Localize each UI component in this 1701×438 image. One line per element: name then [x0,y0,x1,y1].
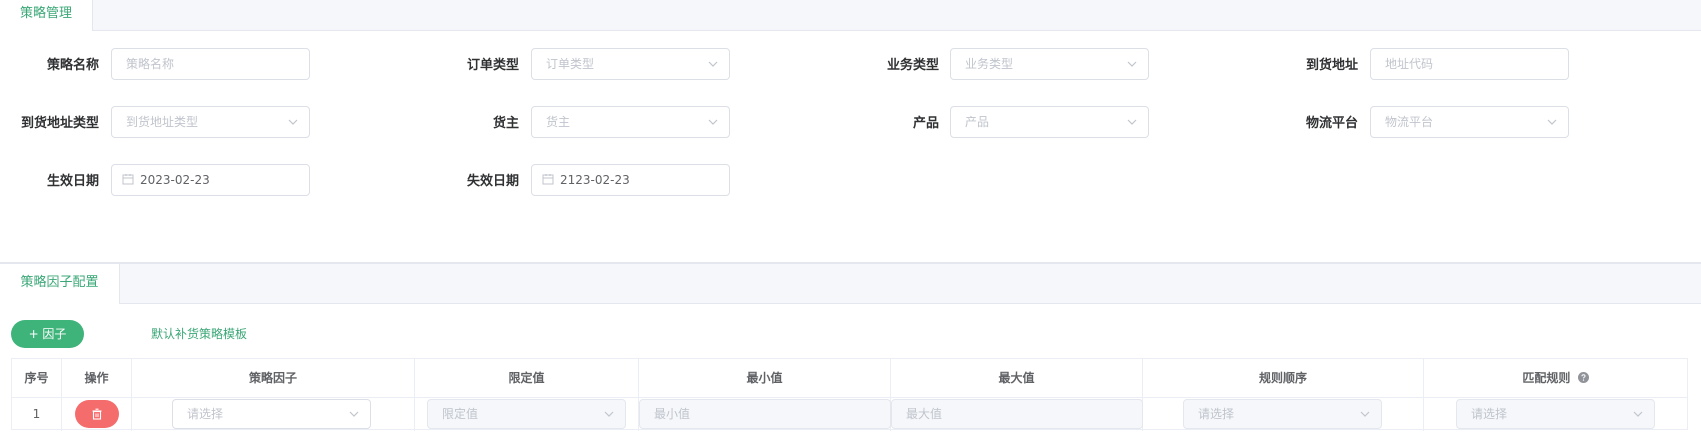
delivery-address-label: 到货地址 [1305,58,1358,73]
column-header-min: 最小值 [639,359,891,397]
cell-rule-order: 请选择 [1143,397,1424,431]
column-header-max: 最大值 [891,359,1143,397]
strategy-name-input[interactable]: 策略名称 [111,48,310,80]
tab-factor-config[interactable]: 策略因子配置 [0,264,120,304]
product-placeholder: 产品 [965,115,990,129]
calendar-icon [542,174,554,185]
column-header-index: 序号 [12,359,62,397]
cell-max: 最大值 [891,397,1143,431]
default-template-link[interactable]: 默认补货策略模板 [151,325,247,342]
chevron-down-icon [1127,61,1137,67]
chevron-down-icon [708,61,718,67]
column-header-match-rule: 匹配规则 [1424,359,1687,397]
match-rule-placeholder: 请选择 [1471,407,1508,421]
strategy-tab-bar: 策略管理 [0,0,1701,31]
min-input-placeholder: 最小值 [654,407,691,421]
factor-table: 序号 操作 策略因子 限定值 最小值 最大值 规则顺序 匹配规则 1 请选择 限… [11,358,1688,431]
delivery-address-input[interactable]: 地址代码 [1370,48,1569,80]
chevron-down-icon [288,119,298,125]
limit-select[interactable]: 限定值 [427,399,626,429]
order-type-select[interactable]: 订单类型 [531,48,730,80]
business-type-label: 业务类型 [886,58,939,73]
max-input-placeholder: 最大值 [906,407,943,421]
owner-label: 货主 [492,116,519,131]
column-header-factor: 策略因子 [132,359,415,397]
business-type-placeholder: 业务类型 [965,57,1014,71]
cell-match-rule: 请选择 [1424,397,1687,431]
logistics-platform-label: 物流平台 [1305,116,1358,131]
effective-date-picker[interactable]: 2023-02-23 [111,164,310,196]
match-rule-select[interactable]: 请选择 [1456,399,1655,429]
rule-order-placeholder: 请选择 [1198,407,1235,421]
delete-button[interactable] [75,400,119,428]
column-header-rule-order: 规则顺序 [1143,359,1424,397]
max-input[interactable]: 最大值 [891,399,1143,429]
add-factor-button[interactable]: + 因子 [11,320,84,348]
tab-strategy-management[interactable]: 策略管理 [0,0,93,31]
chevron-down-icon [604,411,614,417]
limit-select-placeholder: 限定值 [442,407,479,421]
help-icon[interactable] [1577,372,1589,383]
strategy-name-placeholder: 策略名称 [126,57,175,71]
cell-factor: 请选择 [132,397,415,431]
cell-index: 1 [12,397,62,431]
owner-placeholder: 货主 [546,115,571,129]
expiry-date-label: 失效日期 [466,174,519,189]
factor-tab-bar: 策略因子配置 [0,264,1701,304]
product-select[interactable]: 产品 [950,106,1149,138]
effective-date-label: 生效日期 [46,174,99,189]
logistics-platform-select[interactable]: 物流平台 [1370,106,1569,138]
delivery-address-placeholder: 地址代码 [1385,57,1434,71]
chevron-down-icon [349,411,359,417]
match-rule-header-label: 匹配规则 [1522,371,1571,385]
factor-select[interactable]: 请选择 [172,399,371,429]
business-type-select[interactable]: 业务类型 [950,48,1149,80]
expiry-date-picker[interactable]: 2123-02-23 [531,164,730,196]
chevron-down-icon [1633,411,1643,417]
column-header-action: 操作 [62,359,132,397]
effective-date-value: 2023-02-23 [140,173,210,187]
trash-icon [92,408,102,420]
order-type-label: 订单类型 [466,58,519,73]
chevron-down-icon [1547,119,1557,125]
strategy-name-label: 策略名称 [46,58,99,73]
factor-select-placeholder: 请选择 [187,407,224,421]
chevron-down-icon [1127,119,1137,125]
delivery-address-type-placeholder: 到货地址类型 [126,115,199,129]
expiry-date-value: 2123-02-23 [560,173,630,187]
delivery-address-type-select[interactable]: 到货地址类型 [111,106,310,138]
logistics-platform-placeholder: 物流平台 [1385,115,1434,129]
chevron-down-icon [708,119,718,125]
product-label: 产品 [912,116,939,131]
min-input[interactable]: 最小值 [639,399,891,429]
delivery-address-type-label: 到货地址类型 [20,116,99,131]
cell-action [62,397,132,431]
column-header-limit: 限定值 [415,359,639,397]
calendar-icon [122,174,134,185]
order-type-placeholder: 订单类型 [546,57,595,71]
cell-limit: 限定值 [415,397,639,431]
cell-min: 最小值 [639,397,891,431]
owner-select[interactable]: 货主 [531,106,730,138]
chevron-down-icon [1360,411,1370,417]
rule-order-select[interactable]: 请选择 [1183,399,1382,429]
